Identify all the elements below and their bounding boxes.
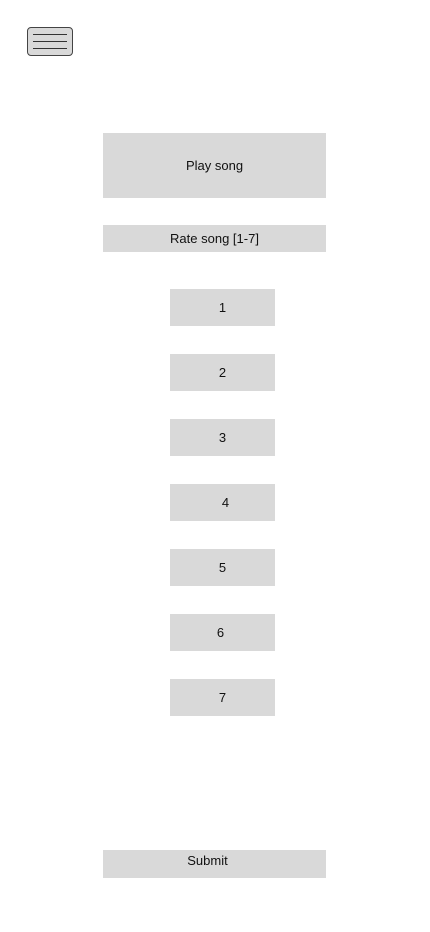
hamburger-menu-icon-line <box>33 41 67 42</box>
rating-option-1[interactable]: 1 <box>170 289 275 326</box>
rating-option-5[interactable]: 5 <box>170 549 275 586</box>
rating-option-6[interactable]: 6 <box>170 614 275 651</box>
hamburger-menu-icon-line <box>33 34 67 35</box>
menu-button[interactable] <box>27 27 73 56</box>
play-song-button[interactable]: Play song <box>103 133 326 198</box>
rating-option-2[interactable]: 2 <box>170 354 275 391</box>
submit-button[interactable]: Submit <box>103 850 326 878</box>
hamburger-menu-icon-line <box>33 48 67 49</box>
rating-option-3[interactable]: 3 <box>170 419 275 456</box>
rate-song-label: Rate song [1-7] <box>103 225 326 252</box>
rating-option-7[interactable]: 7 <box>170 679 275 716</box>
rating-option-4[interactable]: 4 <box>170 484 275 521</box>
